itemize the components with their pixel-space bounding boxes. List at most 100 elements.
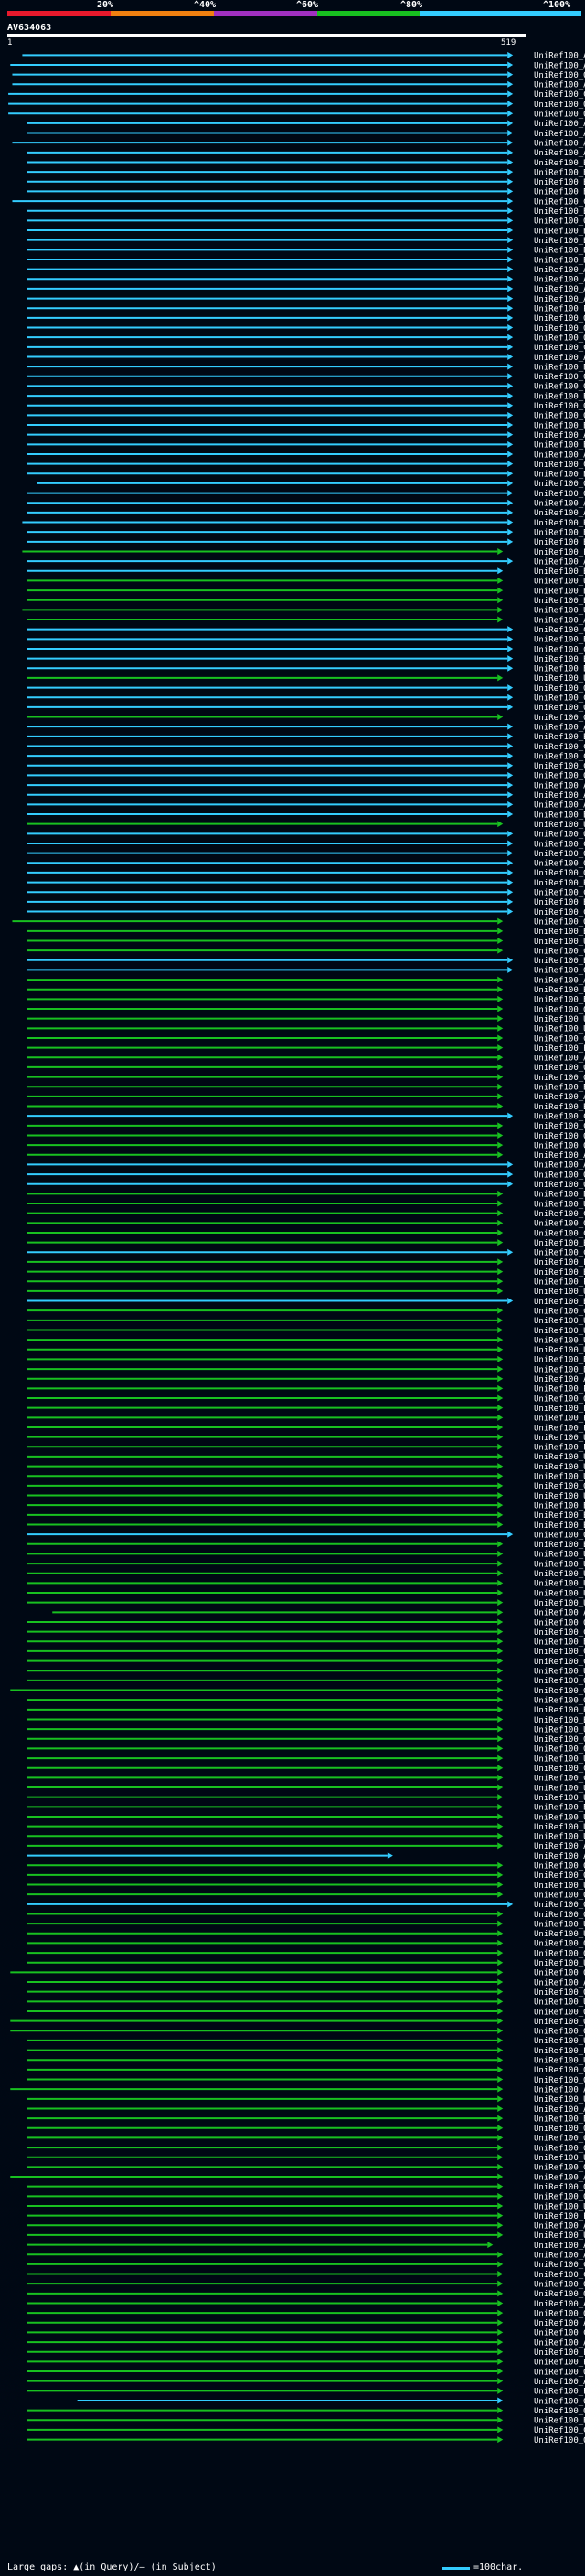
hit-label[interactable]: UniRef100_B3LZ30 xyxy=(534,733,585,742)
hit-label[interactable]: UniRef100_A9SS75 xyxy=(534,285,585,294)
hit-label[interactable]: UniRef100_B6NE09 xyxy=(534,1501,585,1511)
hit-label[interactable]: UniRef100_C1GUB6 xyxy=(534,762,585,771)
hit-label[interactable]: UniRef100_Q22318 xyxy=(534,1969,585,1978)
hit-label[interactable]: UniRef100_Q6UNN0 xyxy=(534,1171,585,1180)
hit-label[interactable]: UniRef100_B4G194 xyxy=(534,188,585,197)
hit-label[interactable]: UniRef100_B6VWG9 xyxy=(534,665,585,674)
hit-label[interactable]: UniRef100_Q2G6N8 xyxy=(534,2144,585,2153)
hit-label[interactable]: UniRef100_Q6V4W8 xyxy=(534,2066,585,2075)
hit-label[interactable]: UniRef100_P38981 xyxy=(534,1044,585,1054)
hit-label[interactable]: UniRef100_Q9SZ65 xyxy=(534,2368,585,2377)
hit-label[interactable]: UniRef100_Q8H313 xyxy=(534,71,585,80)
hit-label[interactable]: UniRef100_Q0CQF6 xyxy=(534,772,585,781)
hit-label[interactable]: UniRef100_UP1000... xyxy=(534,1668,585,1677)
hit-label[interactable]: UniRef100_UP1000... xyxy=(534,1823,585,1832)
hit-label[interactable]: UniRef100_C5DUM1 xyxy=(534,2271,585,2280)
hit-label[interactable]: UniRef100_UP1000... xyxy=(534,1998,585,2008)
hit-label[interactable]: UniRef100_B9GP28 xyxy=(534,441,585,451)
hit-label[interactable]: UniRef100_B4L760 xyxy=(534,1706,585,1715)
hit-label[interactable]: UniRef100_UP1000... xyxy=(534,1589,585,1598)
hit-label[interactable]: UniRef100_P46654 xyxy=(534,2359,585,2368)
hit-label[interactable]: UniRef100_A6WPA2 xyxy=(534,2105,585,2115)
hit-label[interactable]: UniRef100_B9NA44 xyxy=(534,471,585,480)
hit-label[interactable]: UniRef100_B6S5F3 xyxy=(534,159,585,168)
hit-label[interactable]: UniRef100_A7R935 xyxy=(534,509,585,518)
hit-label[interactable]: UniRef100_Q01CH5 xyxy=(534,490,585,499)
hit-label[interactable]: UniRef100_B9K1X7 xyxy=(534,1365,585,1374)
hit-label[interactable]: UniRef100_B4NPT0 xyxy=(534,1638,585,1648)
hit-label[interactable]: UniRef100_B5FX76 xyxy=(534,1239,585,1248)
hit-label[interactable]: UniRef100_P32905 xyxy=(534,2388,585,2397)
hit-label[interactable]: UniRef100_Q7IJ77 xyxy=(534,2290,585,2299)
hit-label[interactable]: UniRef100_A9T6E0 xyxy=(534,276,585,285)
hit-label[interactable]: UniRef100_UP1000... xyxy=(534,2202,585,2211)
hit-label[interactable]: UniRef100_A9UDM9 xyxy=(534,2242,585,2251)
hit-label[interactable]: UniRef100_Q7R8S1 xyxy=(534,1132,585,1141)
hit-label[interactable]: UniRef100_B6A180 xyxy=(534,1511,585,1521)
hit-label[interactable]: UniRef100_A9P8Q1 xyxy=(534,431,585,440)
hit-label[interactable]: UniRef100_Q4CQE3 xyxy=(534,2028,585,2037)
hit-label[interactable]: UniRef100_Q5B8P4 xyxy=(534,2135,585,2144)
hit-label[interactable]: UniRef100_Q6BMZ0 xyxy=(534,2436,585,2445)
hit-label[interactable]: UniRef100_B6H152 xyxy=(534,811,585,820)
hit-label[interactable]: UniRef100_C6D928 xyxy=(534,1628,585,1638)
hit-label[interactable]: UniRef100_Q4U8U8 xyxy=(534,2008,585,2017)
hit-label[interactable]: UniRef100_C4JYP8 xyxy=(534,889,585,898)
hit-label[interactable]: UniRef100_A8N7C6 xyxy=(534,557,585,567)
hit-label[interactable]: UniRef100_Q1XQU9 xyxy=(534,101,585,110)
hit-label[interactable]: UniRef100_Q6FJX4 xyxy=(534,2309,585,2318)
hit-label[interactable]: UniRef100_A8WC05 xyxy=(534,1609,585,1618)
hit-label[interactable]: UniRef100_UP1000... xyxy=(534,1754,585,1764)
hit-label[interactable]: UniRef100_UP1000... xyxy=(534,2231,585,2241)
hit-label[interactable]: UniRef100_B0B174 xyxy=(534,587,585,596)
hit-label[interactable]: UniRef100_UP1000... xyxy=(534,578,585,587)
hit-label[interactable]: UniRef100_A8S3S1 xyxy=(534,2222,585,2231)
hit-label[interactable]: UniRef100_A4HQ28 xyxy=(534,2173,585,2182)
hit-label[interactable]: UniRef100_Q9AYK7 xyxy=(534,2407,585,2416)
hit-label[interactable]: UniRef100_B8BYG9 xyxy=(534,538,585,547)
hit-label[interactable]: UniRef100_Q9XED3 xyxy=(534,2125,585,2134)
hit-label[interactable]: UniRef100_A2XE89 xyxy=(534,61,585,70)
hit-label[interactable]: UniRef100_O65751 xyxy=(534,402,585,411)
hit-label[interactable]: UniRef100_B2B123 xyxy=(534,1298,585,1307)
hit-label[interactable]: UniRef100_UP1000... xyxy=(534,1463,585,1472)
hit-label[interactable]: UniRef100_A8PTF2 xyxy=(534,2338,585,2348)
hit-label[interactable]: UniRef100_P38980 xyxy=(534,548,585,557)
hit-label[interactable]: UniRef100_UP1000... xyxy=(534,1288,585,1297)
hit-label[interactable]: UniRef100_A9B2H5 xyxy=(534,1842,585,1851)
hit-label[interactable]: UniRef100_UP1000... xyxy=(534,1784,585,1793)
hit-label[interactable]: UniRef100_C1BJF4 xyxy=(534,1122,585,1131)
hit-label[interactable]: UniRef100_Q3ZM03 xyxy=(534,714,585,723)
hit-label[interactable]: UniRef100_B6TIC4 xyxy=(534,227,585,236)
hit-label[interactable]: UniRef100_C4Q0W4 xyxy=(534,2261,585,2270)
hit-label[interactable]: UniRef100_Q9Y7L8 xyxy=(534,1871,585,1881)
hit-label[interactable]: UniRef100_P56690 xyxy=(534,1278,585,1288)
hit-label[interactable]: UniRef100_A7TEU3 xyxy=(534,2300,585,2309)
hit-label[interactable]: UniRef100_B3RP96 xyxy=(534,519,585,528)
hit-label[interactable]: UniRef100_UP1000... xyxy=(534,2095,585,2104)
hit-label[interactable]: UniRef100_B9GSN6 xyxy=(534,392,585,401)
hit-label[interactable]: UniRef100_P16256 xyxy=(534,305,585,314)
hit-label[interactable]: UniRef100_A9S4V0 xyxy=(534,295,585,304)
hit-label[interactable]: UniRef100_B2VY36 xyxy=(534,898,585,907)
hit-label[interactable]: UniRef100_B4FSQ4 xyxy=(534,178,585,187)
hit-label[interactable]: UniRef100_UP1000... xyxy=(534,1560,585,1569)
hit-label[interactable]: UniRef100_B9N7H2 xyxy=(534,421,585,430)
hit-label[interactable]: UniRef100_B4JQS8 xyxy=(534,1716,585,1725)
hit-label[interactable]: UniRef100_A4RUK2 xyxy=(534,500,585,509)
hit-label[interactable]: UniRef100_Q4DXQ0 xyxy=(534,2164,585,2173)
hit-label[interactable]: UniRef100_B4F7D2 xyxy=(534,256,585,265)
hit-label[interactable]: UniRef100_UP1000... xyxy=(534,2154,585,2163)
hit-label[interactable]: UniRef100_Q6C3F6 xyxy=(534,684,585,694)
hit-label[interactable]: UniRef100_C4M5E7 xyxy=(534,1765,585,1774)
hit-label[interactable]: UniRef100_C5LLP3 xyxy=(534,1658,585,1667)
hit-label[interactable]: UniRef100_B6T7B2 xyxy=(534,247,585,256)
hit-label[interactable]: UniRef100_C1G6P4 xyxy=(534,752,585,761)
hit-label[interactable]: UniRef100_C9SWG3 xyxy=(534,1307,585,1316)
hit-label[interactable]: UniRef100_C5LL12 xyxy=(534,1648,585,1657)
hit-label[interactable]: UniRef100_UP1000... xyxy=(534,1794,585,1803)
hit-label[interactable]: UniRef100_UP1000... xyxy=(534,1930,585,1939)
hit-label[interactable]: UniRef100_P14206 xyxy=(534,1405,585,1414)
hit-label[interactable]: UniRef100_Q4ZZN2 xyxy=(534,1141,585,1150)
hit-label[interactable]: UniRef100_A4ID54 xyxy=(534,2085,585,2094)
